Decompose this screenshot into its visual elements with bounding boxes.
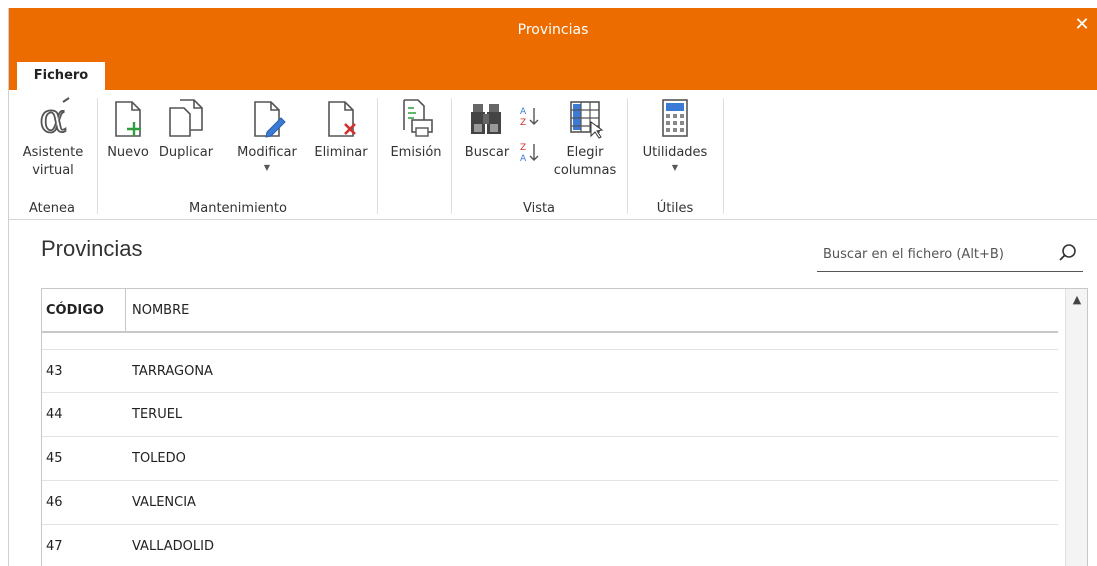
asistente-virtual-button[interactable]: α Asistente virtual [15, 96, 91, 180]
sort-za-icon: Z A [520, 143, 539, 164]
table-header: CÓDIGO NOMBRE [42, 289, 1058, 333]
nuevo-button[interactable]: Nuevo [105, 96, 151, 161]
scroll-up-icon[interactable]: ▲ [1066, 289, 1087, 311]
search-box [817, 234, 1083, 272]
search-input[interactable] [823, 242, 1043, 266]
duplicar-label: Duplicar [158, 145, 214, 160]
svg-text:α: α [39, 96, 66, 140]
cell-codigo: 47 [46, 539, 63, 554]
svg-text:Z: Z [520, 143, 526, 153]
search-icon[interactable] [1057, 242, 1079, 264]
ribbon-tabstrip: Fichero [9, 54, 1097, 90]
ribbon-group-utiles: Utilidades ▼ Útiles [629, 90, 721, 220]
close-button[interactable]: ✕ [1071, 14, 1093, 36]
page-title: Provincias [41, 236, 143, 261]
group-separator [627, 98, 628, 214]
new-document-icon [115, 101, 141, 137]
group-separator [97, 98, 98, 214]
choose-columns-icon [570, 101, 604, 139]
table-row[interactable]: 46 VALENCIA [42, 481, 1058, 525]
column-header-nombre[interactable]: NOMBRE [132, 289, 189, 333]
cell-codigo: 46 [46, 495, 63, 510]
column-header-codigo[interactable]: CÓDIGO [42, 289, 126, 333]
emision-label: Emisión [390, 145, 442, 160]
nuevo-label: Nuevo [107, 145, 149, 160]
cell-nombre: VALLADOLID [132, 539, 214, 554]
elegir-columnas-label: Elegir columnas [553, 145, 617, 178]
group-label-mantenimiento: Mantenimiento [189, 201, 287, 216]
group-separator [377, 98, 378, 214]
cell-nombre: VALENCIA [132, 495, 196, 510]
utilidades-label: Utilidades [642, 145, 708, 160]
cell-nombre: TOLEDO [132, 451, 186, 466]
elegir-columnas-button[interactable]: Elegir columnas [549, 96, 621, 180]
group-label-vista: Vista [522, 201, 556, 216]
buscar-label: Buscar [464, 145, 510, 160]
chevron-down-icon: ▼ [671, 163, 679, 172]
provincias-window: Provincias ✕ Fichero α Asistente virtual… [8, 8, 1097, 566]
group-separator [723, 98, 724, 214]
cell-codigo: 44 [46, 407, 63, 422]
modificar-button[interactable]: Modificar ▼ [231, 96, 303, 173]
edit-document-icon [254, 101, 286, 138]
ribbon-group-atenea: α Asistente virtual Atenea [9, 90, 95, 220]
utilidades-button[interactable]: Utilidades ▼ [635, 96, 715, 173]
duplicar-button[interactable]: Duplicar [153, 96, 219, 161]
table-row[interactable]: 47 VALLADOLID [42, 525, 1058, 566]
svg-text:Z: Z [520, 118, 526, 128]
table-row[interactable]: 45 TOLEDO [42, 437, 1058, 481]
ribbon-group-vista: Buscar A Z Z A Elegir columnas Vista [453, 90, 625, 220]
cell-nombre: TERUEL [132, 407, 183, 422]
alpha-assistant-icon: α [39, 96, 70, 140]
vertical-scrollbar[interactable]: ▲ [1065, 289, 1087, 566]
cell-codigo: 45 [46, 451, 63, 466]
sort-az-icon: A Z [520, 107, 539, 128]
table-row[interactable]: 43 TARRAGONA [42, 349, 1058, 393]
tab-fichero[interactable]: Fichero [17, 62, 105, 90]
binoculars-icon [471, 104, 501, 134]
duplicate-icon [169, 99, 203, 137]
emision-button[interactable]: Emisión [385, 96, 447, 161]
group-label-utiles: Útiles [656, 201, 694, 216]
cell-codigo: 43 [46, 364, 63, 379]
eliminar-label: Eliminar [314, 145, 368, 160]
table-row[interactable]: 44 TERUEL [42, 393, 1058, 437]
svg-text:A: A [520, 154, 527, 164]
provincias-table: CÓDIGO NOMBRE 43 TARRAGONA 44 TERUEL 45 … [41, 288, 1088, 566]
cell-nombre: TARRAGONA [132, 364, 213, 379]
svg-text:A: A [520, 107, 527, 117]
group-separator [451, 98, 452, 214]
calculator-icon [662, 99, 688, 137]
modificar-label: Modificar [237, 145, 297, 160]
buscar-button[interactable]: Buscar [459, 96, 515, 161]
table-body: 43 TARRAGONA 44 TERUEL 45 TOLEDO 46 VALE… [42, 349, 1058, 566]
delete-document-icon [328, 101, 356, 137]
sort-descending-button[interactable]: Z A [517, 140, 541, 168]
print-icon [403, 99, 433, 137]
ribbon-group-mantenimiento: Nuevo Duplicar Modificar ▼ Eliminar Emis… [99, 90, 453, 220]
title-bar: Provincias ✕ [9, 8, 1097, 54]
group-label-atenea: Atenea [29, 201, 75, 216]
chevron-down-icon: ▼ [263, 163, 271, 172]
ribbon: α Asistente virtual Atenea Nuevo Duplica… [9, 90, 1097, 220]
sort-ascending-button[interactable]: A Z [517, 104, 541, 132]
eliminar-button[interactable]: Eliminar [311, 96, 371, 161]
asistente-virtual-label: Asistente virtual [22, 145, 84, 178]
window-title: Provincias [517, 22, 589, 38]
